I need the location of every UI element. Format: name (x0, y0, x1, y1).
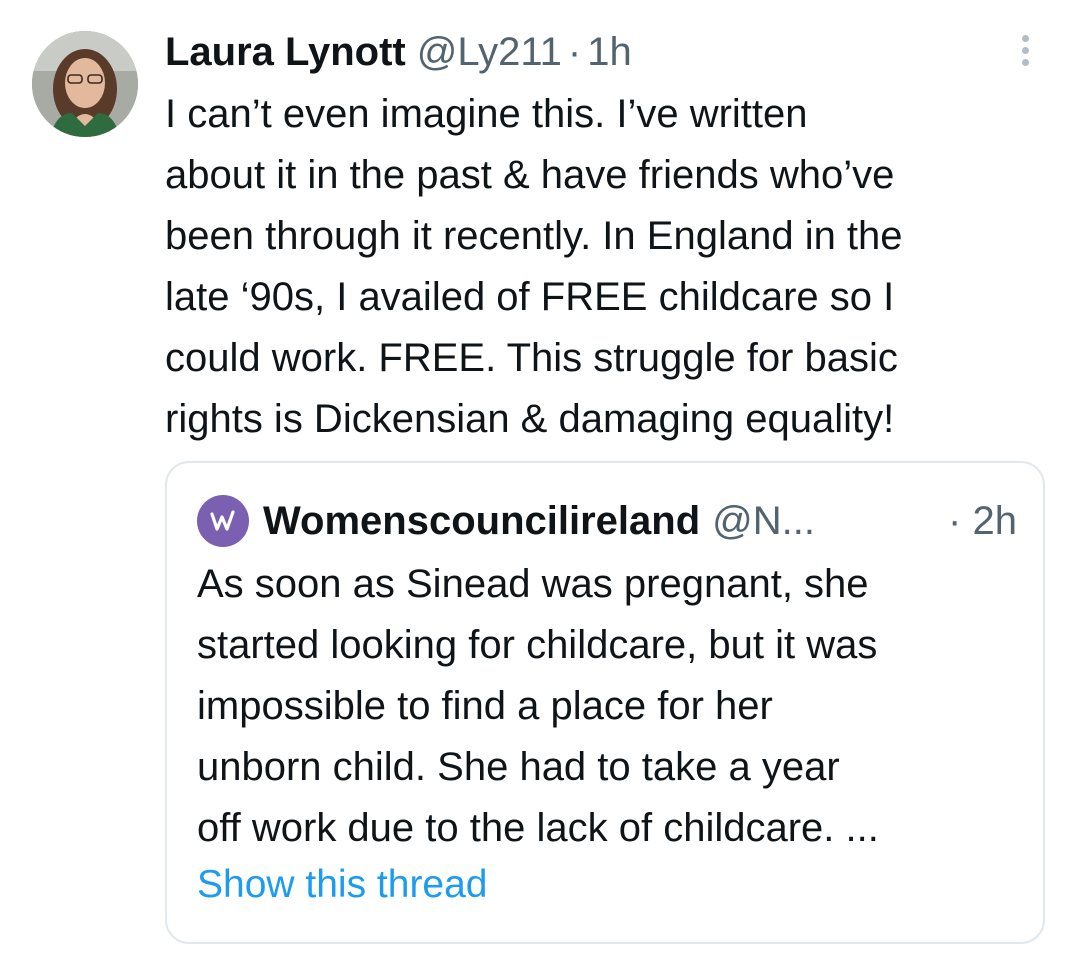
womens-council-logo-icon[interactable] (197, 495, 249, 547)
separator-dot: · (567, 30, 582, 74)
quoted-tweet-text: As soon as Sinead was pregnant, she star… (197, 562, 879, 850)
more-dot (1021, 58, 1029, 66)
separator-dot: · (948, 498, 962, 543)
author-name[interactable]: Laura Lynott (165, 26, 406, 78)
tweet-header: Laura Lynott @Ly211 · 1h (165, 26, 632, 78)
more-dot (1021, 34, 1029, 42)
show-thread-link[interactable]: Show this thread (197, 860, 488, 910)
quoted-tweet-header: Womenscouncilireland @N... · 2h (197, 493, 1017, 549)
tweet-text: I can’t even imagine this. I’ve written … (165, 92, 903, 441)
quoted-author-handle[interactable]: @N... (712, 499, 815, 544)
quoted-tweet-timestamp[interactable]: · 2h (948, 499, 1017, 544)
author-avatar[interactable] (32, 31, 138, 137)
w-logo-glyph-icon (210, 510, 235, 531)
tweet-timestamp[interactable]: 1h (587, 26, 632, 78)
more-options-icon[interactable] (1008, 30, 1042, 70)
author-handle[interactable]: @Ly211 (417, 26, 562, 78)
profile-photo-icon (32, 31, 138, 137)
quoted-time-value: 2h (972, 498, 1018, 543)
more-dot (1021, 46, 1029, 54)
quoted-author-name[interactable]: Womenscouncilireland (263, 499, 700, 544)
quoted-tweet-card[interactable]: Womenscouncilireland @N... · 2h As soon … (165, 461, 1045, 944)
